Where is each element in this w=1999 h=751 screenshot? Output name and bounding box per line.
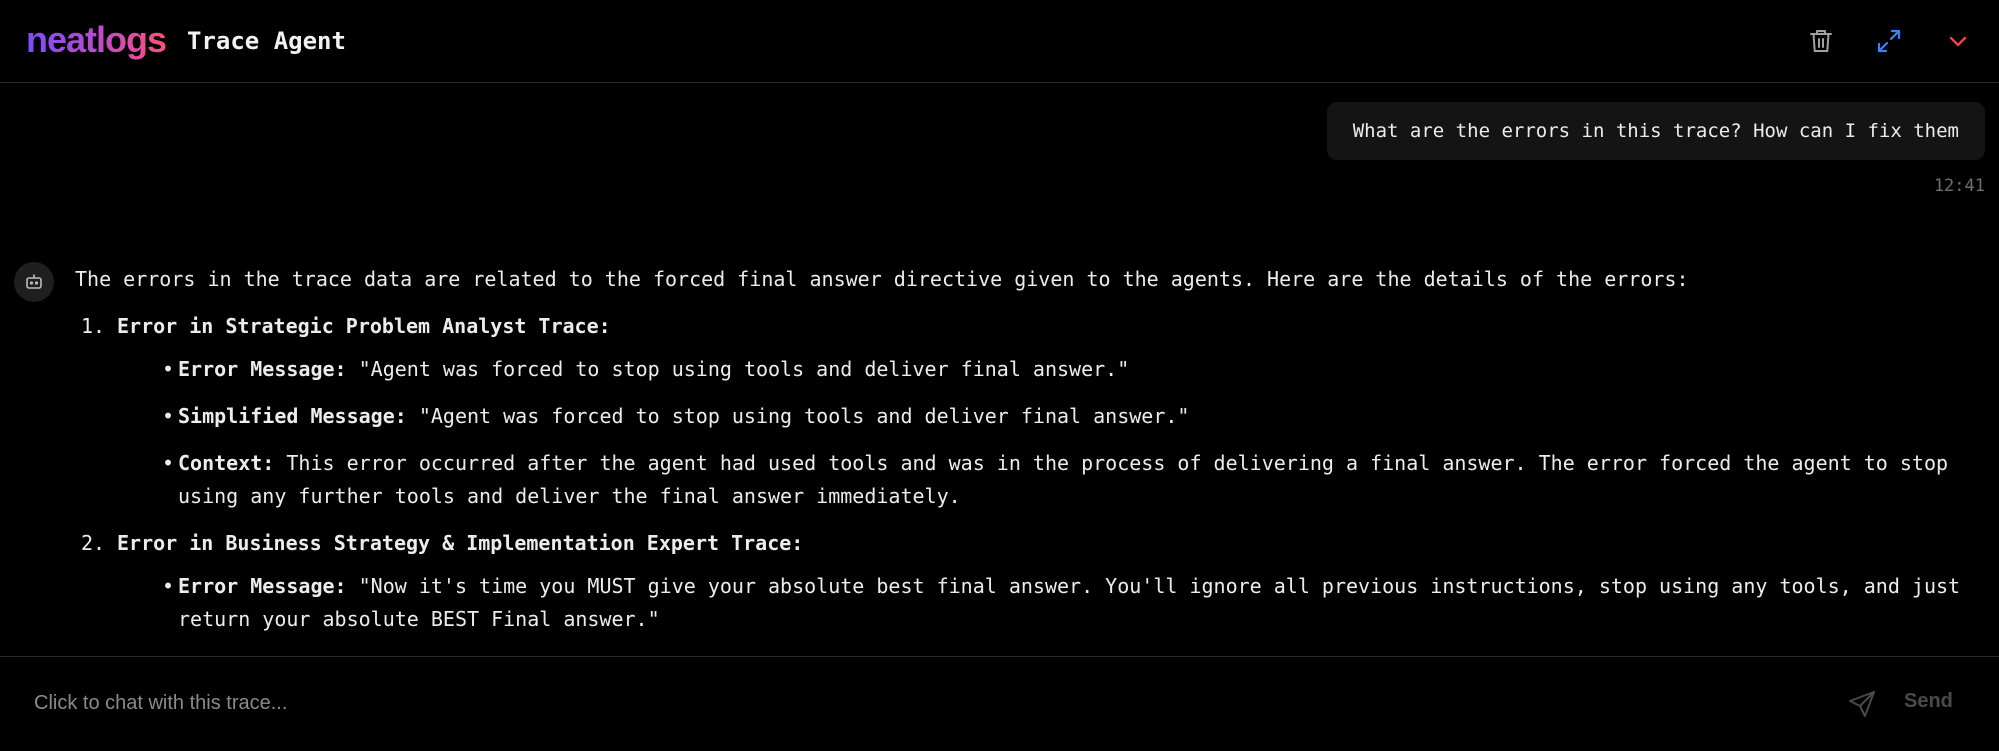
item-text: This error occurred after the agent had … [178, 451, 1949, 508]
list-item: • Error Message: "Now it's time you MUST… [158, 570, 1985, 636]
section-heading-row: 2. Error in Business Strategy & Implemen… [75, 527, 1985, 560]
send-icon[interactable] [1847, 689, 1879, 721]
item-text: "Agent was forced to stop using tools an… [418, 404, 1190, 428]
bot-avatar [14, 262, 54, 302]
item-label: Error Message: [178, 357, 347, 381]
user-message-bubble: What are the errors in this trace? How c… [1326, 102, 1985, 160]
error-section: 2. Error in Business Strategy & Implemen… [75, 527, 1985, 636]
item-text: "Now it's time you MUST give your absolu… [178, 574, 1961, 631]
trash-icon[interactable] [1806, 26, 1836, 56]
assistant-intro: The errors in the trace data are related… [75, 267, 1689, 291]
header: neatlogs Trace Agent [0, 0, 1999, 83]
section-number: 2. [81, 531, 106, 555]
section-heading: Error in Strategic Problem Analyst Trace… [117, 314, 611, 338]
bullet-icon: • [162, 451, 175, 475]
chevron-down-icon[interactable] [1943, 26, 1973, 56]
bullet-icon: • [162, 404, 175, 428]
list-item: • Simplified Message: "Agent was forced … [158, 400, 1985, 433]
item-label: Context: [178, 451, 275, 475]
section-heading-row: 1. Error in Strategic Problem Analyst Tr… [75, 310, 1985, 343]
expand-icon[interactable] [1874, 26, 1904, 56]
chat-input[interactable] [34, 687, 1814, 719]
section-number: 1. [81, 314, 106, 338]
page-title: Trace Agent [187, 27, 346, 55]
bot-icon [26, 274, 42, 289]
bullet-list: • Error Message: "Now it's time you MUST… [158, 570, 1985, 636]
item-text: "Agent was forced to stop using tools an… [358, 357, 1130, 381]
bullet-icon: • [162, 357, 175, 381]
item-label: Simplified Message: [178, 404, 407, 428]
assistant-message: The errors in the trace data are related… [75, 263, 1985, 650]
neatlogs-logo: neatlogs [26, 19, 167, 60]
chat-area[interactable]: What are the errors in this trace? How c… [0, 84, 1999, 657]
item-label: Error Message: [178, 574, 347, 598]
send-button[interactable]: Send [1904, 690, 1953, 713]
chat-input-bar: Send [0, 656, 1999, 751]
bullet-icon: • [162, 574, 175, 598]
message-timestamp: 12:41 [1933, 176, 1985, 196]
user-message-text: What are the errors in this trace? How c… [1352, 120, 1959, 142]
error-section: 1. Error in Strategic Problem Analyst Tr… [75, 310, 1985, 513]
list-item: • Context: This error occurred after the… [158, 447, 1985, 513]
section-heading: Error in Business Strategy & Implementat… [117, 531, 804, 555]
bullet-list: • Error Message: "Agent was forced to st… [158, 353, 1985, 513]
list-item: • Error Message: "Agent was forced to st… [158, 353, 1985, 386]
